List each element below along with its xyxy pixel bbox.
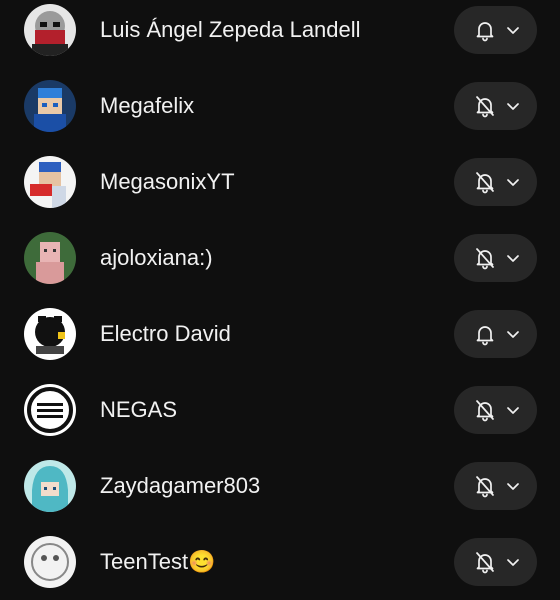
channel-avatar[interactable]: [24, 156, 76, 208]
chevron-down-icon: [507, 331, 519, 338]
notification-settings-button[interactable]: [454, 6, 537, 54]
channel-row[interactable]: MegasonixYT: [0, 144, 560, 220]
notification-settings-button[interactable]: [454, 158, 537, 206]
channel-avatar[interactable]: [24, 232, 76, 284]
channel-name: ajoloxiana:): [100, 245, 213, 270]
channel-name: Electro David: [100, 321, 231, 346]
bell-icon: [476, 22, 494, 42]
chevron-down-icon: [507, 255, 519, 262]
channel-row[interactable]: Zaydagamer803: [0, 448, 560, 524]
bell-off-icon: [476, 172, 494, 194]
channel-name: Zaydagamer803: [100, 473, 261, 498]
bell-off-icon: [476, 96, 494, 118]
chevron-down-icon: [507, 27, 519, 34]
chevron-down-icon: [507, 559, 519, 566]
channel-row[interactable]: Megafelix: [0, 68, 560, 144]
bell-icon: [476, 326, 494, 346]
channel-avatar[interactable]: [24, 80, 76, 132]
channel-avatar[interactable]: [24, 384, 76, 436]
channel-row[interactable]: TeenTest😊: [0, 524, 560, 600]
channel-avatar[interactable]: [24, 308, 76, 360]
chevron-down-icon: [507, 483, 519, 490]
chevron-down-icon: [507, 407, 519, 414]
channel-avatar[interactable]: [24, 4, 76, 56]
channel-row[interactable]: ajoloxiana:): [0, 220, 560, 296]
notification-settings-button[interactable]: [454, 82, 537, 130]
notification-settings-button[interactable]: [454, 386, 537, 434]
notification-settings-button[interactable]: [454, 538, 537, 586]
channel-name: Luis Ángel Zepeda Landell: [100, 17, 361, 42]
bell-off-icon: [476, 476, 494, 498]
channel-row[interactable]: NEGAS: [0, 372, 560, 448]
chevron-down-icon: [507, 103, 519, 110]
notification-settings-button[interactable]: [454, 234, 537, 282]
bell-off-icon: [476, 248, 494, 270]
channel-avatar[interactable]: [24, 536, 76, 588]
bell-off-icon: [476, 552, 494, 574]
channel-name: TeenTest😊: [100, 549, 216, 574]
bell-off-icon: [476, 400, 494, 422]
notification-settings-button[interactable]: [454, 310, 537, 358]
channel-row[interactable]: Electro David: [0, 296, 560, 372]
channel-name: Megafelix: [100, 93, 195, 118]
channel-row[interactable]: Luis Ángel Zepeda Landell: [0, 0, 560, 68]
channel-avatar[interactable]: [24, 460, 76, 512]
notification-settings-button[interactable]: [454, 462, 537, 510]
channel-name: MegasonixYT: [100, 169, 235, 194]
channel-name: NEGAS: [100, 397, 178, 422]
chevron-down-icon: [507, 179, 519, 186]
